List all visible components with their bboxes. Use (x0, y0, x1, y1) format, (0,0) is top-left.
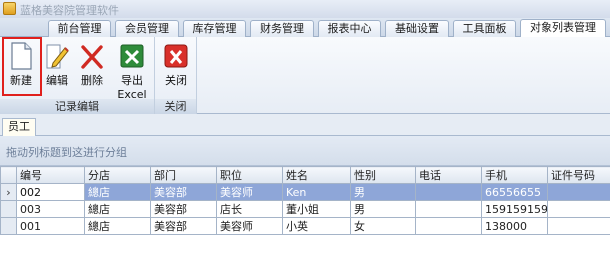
table-cell[interactable] (547, 217, 610, 235)
table-cell[interactable]: 店长 (216, 200, 283, 218)
column-header-branch[interactable]: 分店 (84, 166, 151, 184)
table-cell[interactable]: 003 (16, 200, 85, 218)
tab-basic-settings[interactable]: 基础设置 (385, 20, 449, 37)
app-logo-icon (3, 2, 16, 15)
edit-button-label: 编辑 (46, 74, 68, 87)
table-cell[interactable]: 美容师 (216, 217, 283, 235)
table-cell[interactable]: 002 (16, 183, 85, 201)
pencil-edit-icon (46, 44, 69, 69)
table-cell[interactable]: 總店 (84, 183, 151, 201)
table-row[interactable]: 001 總店 美容部 美容师 小英 女 138000 (0, 217, 610, 235)
delete-button[interactable]: 删除 (76, 39, 108, 97)
column-header-mobile[interactable]: 手机 (481, 166, 548, 184)
tab-front-desk[interactable]: 前台管理 (48, 20, 111, 37)
grid-empty-area (0, 235, 610, 261)
close-button[interactable]: 关闭 (158, 39, 194, 97)
column-header-name[interactable]: 姓名 (282, 166, 351, 184)
table-cell[interactable] (415, 183, 482, 201)
column-header-id-number[interactable]: 证件号码 (547, 166, 610, 184)
ribbon-group-label-close: 关闭 (155, 99, 196, 114)
table-cell[interactable] (547, 200, 610, 218)
column-header-gender[interactable]: 性别 (350, 166, 416, 184)
red-x-delete-icon (81, 45, 103, 69)
window-title: 蓝格美容院管理软件 (20, 4, 119, 17)
edit-button[interactable]: 编辑 (41, 39, 73, 97)
table-cell[interactable]: 男 (350, 183, 416, 201)
row-indicator[interactable]: › (0, 183, 17, 201)
tab-object-list[interactable]: 对象列表管理 (520, 19, 606, 38)
column-header-position[interactable]: 职位 (216, 166, 283, 184)
tab-reports[interactable]: 报表中心 (318, 20, 381, 37)
table-cell[interactable]: 66556655 (481, 183, 548, 201)
excel-export-icon (120, 44, 144, 68)
table-cell[interactable]: 總店 (84, 200, 151, 218)
table-cell[interactable]: 男 (350, 200, 416, 218)
employee-grid: 编号 分店 部门 职位 姓名 性别 电话 手机 证件号码 › 002 總店 美容… (0, 166, 610, 235)
delete-button-label: 删除 (81, 74, 103, 87)
document-tab-strip: 员工 (0, 114, 610, 136)
tab-inventory[interactable]: 库存管理 (183, 20, 246, 37)
ribbon-group-close: 关闭 关闭 (155, 37, 197, 114)
tab-members[interactable]: 会员管理 (115, 20, 179, 37)
table-cell[interactable]: 138000 (481, 217, 548, 235)
export-excel-button[interactable]: 导出Excel (109, 39, 155, 101)
table-cell[interactable]: 美容部 (150, 200, 217, 218)
table-cell[interactable]: 董小姐 (282, 200, 351, 218)
close-button-label: 关闭 (165, 74, 187, 87)
new-button-highlight (2, 37, 42, 96)
table-cell[interactable]: Ken (282, 183, 351, 201)
table-cell[interactable]: 女 (350, 217, 416, 235)
column-header-phone[interactable]: 电话 (415, 166, 482, 184)
table-cell[interactable]: 159159159 (481, 200, 548, 218)
table-cell[interactable]: 001 (16, 217, 85, 235)
table-cell[interactable]: 小英 (282, 217, 351, 235)
row-indicator[interactable] (0, 200, 17, 218)
tab-employees[interactable]: 员工 (2, 118, 36, 136)
table-cell[interactable]: 總店 (84, 217, 151, 235)
table-cell[interactable]: 美容部 (150, 217, 217, 235)
export-excel-button-label: 导出Excel (117, 74, 147, 101)
table-row[interactable]: 003 總店 美容部 店长 董小姐 男 159159159 (0, 200, 610, 218)
table-cell[interactable] (547, 183, 610, 201)
ribbon-group-label-record-edit: 记录编辑 (0, 99, 154, 114)
table-cell[interactable] (415, 200, 482, 218)
column-header-department[interactable]: 部门 (150, 166, 217, 184)
row-indicator[interactable] (0, 217, 17, 235)
row-indicator-header (0, 166, 17, 184)
group-by-hint: 拖动列标题到这进行分组 (6, 146, 127, 159)
group-by-panel[interactable]: 拖动列标题到这进行分组 (0, 136, 610, 166)
main-tab-strip: 前台管理 会员管理 库存管理 财务管理 报表中心 基础设置 工具面板 对象列表管… (0, 18, 610, 38)
column-header-id[interactable]: 编号 (16, 166, 85, 184)
table-cell[interactable]: 美容部 (150, 183, 217, 201)
tab-tool-panel[interactable]: 工具面板 (453, 20, 516, 37)
close-icon (164, 44, 188, 68)
title-bar: 蓝格美容院管理软件 (0, 0, 610, 18)
table-cell[interactable] (415, 217, 482, 235)
ribbon: 新建 编辑 删除 导出Excel 记录编辑 关闭 关闭 (0, 37, 610, 114)
table-cell[interactable]: 美容师 (216, 183, 283, 201)
tab-finance[interactable]: 财务管理 (250, 20, 314, 37)
grid-header-row: 编号 分店 部门 职位 姓名 性别 电话 手机 证件号码 (0, 166, 610, 184)
table-row[interactable]: › 002 總店 美容部 美容师 Ken 男 66556655 (0, 183, 610, 201)
